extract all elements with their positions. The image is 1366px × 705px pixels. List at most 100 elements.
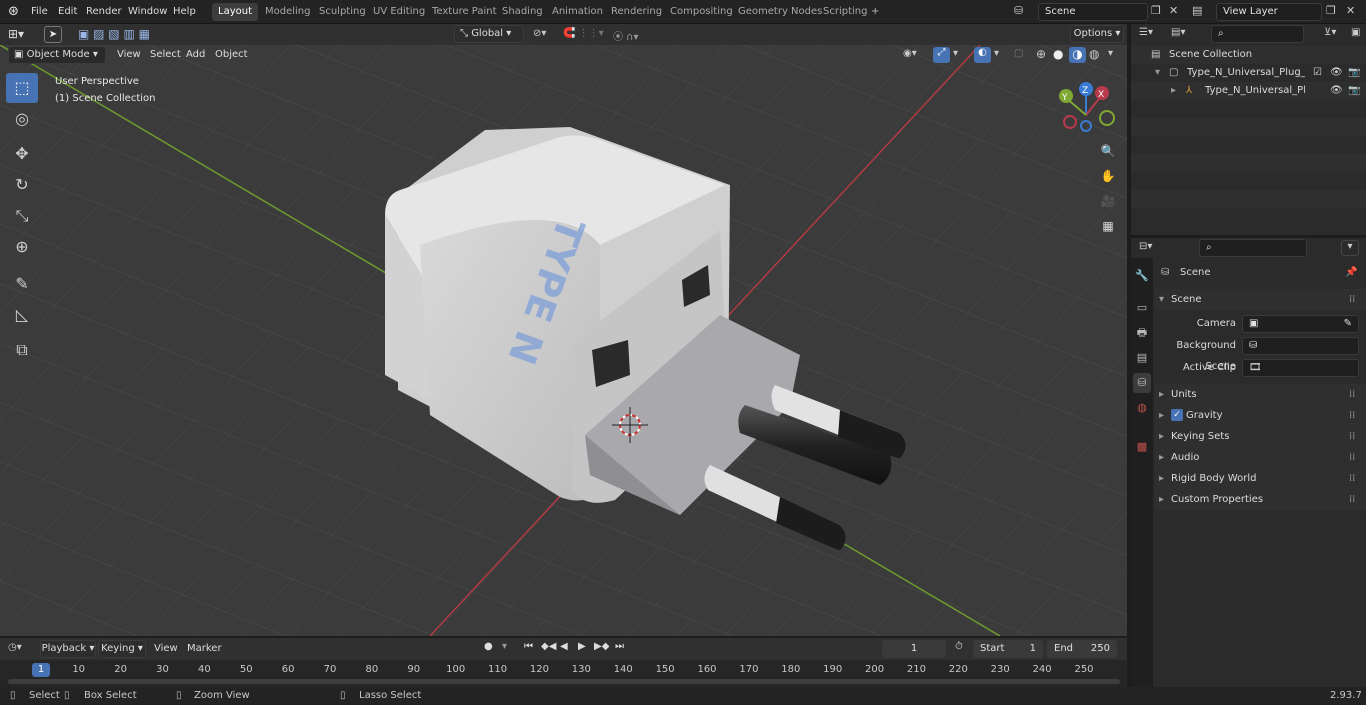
add-workspace-button[interactable]: + [865, 3, 885, 21]
render-tab-icon[interactable]: ▭ [1133, 298, 1151, 318]
outliner-display-mode-icon[interactable]: ▤▾ [1171, 27, 1185, 38]
scene-name-field[interactable]: Scene [1038, 3, 1148, 21]
scene-tab-icon[interactable]: ⛁ [1133, 373, 1151, 393]
select-tool-icon[interactable]: ➤ [44, 26, 62, 43]
current-frame-field[interactable]: 1 [882, 640, 946, 658]
units-panel-header[interactable]: ▸ Units ⁞⁞ [1155, 384, 1366, 405]
outliner-row-object[interactable]: ▸ ⅄ Type_N_Universal_Plug_A 👁 📷 [1131, 82, 1366, 100]
new-collection-icon[interactable]: ▣ [1351, 27, 1360, 38]
viewport-menu-object[interactable]: Object [210, 46, 253, 63]
tab-geometry-nodes[interactable]: Geometry Nodes [732, 3, 828, 21]
gravity-checkbox-icon[interactable]: ✓ [1171, 409, 1183, 421]
texture-tab-icon[interactable]: ▩ [1133, 437, 1151, 457]
timeline-menu-view[interactable]: View [149, 640, 183, 657]
menu-edit[interactable]: Edit [54, 4, 81, 20]
timeline-editor-icon[interactable]: ◷▾ [8, 642, 22, 653]
tab-animation[interactable]: Animation [546, 3, 609, 21]
move-tool[interactable]: ✥ [6, 139, 38, 169]
viewport-menu-add[interactable]: Add [181, 46, 210, 63]
expand-arrow-icon[interactable]: ▾ [1155, 64, 1160, 82]
pan-hand-icon[interactable]: ✋ [1098, 166, 1118, 186]
selection-mode-icons[interactable]: ▣ ▨ ▧ ▥ ▦ [78, 27, 150, 41]
transform-orientation-select[interactable]: ⤡ Global ▾ [454, 25, 524, 43]
tab-shading[interactable]: Shading [496, 3, 549, 21]
options-button[interactable]: Options ▾ [1070, 25, 1124, 43]
active-clip-field[interactable]: 🎞 [1242, 359, 1359, 377]
eyedropper-icon[interactable]: ✎ [1344, 316, 1352, 332]
scale-tool[interactable]: ⤡ [6, 201, 38, 231]
gizmo-toggle-icon[interactable]: ⤢ [933, 47, 950, 63]
output-tab-icon[interactable]: 🖶 [1133, 323, 1151, 343]
xray-icon[interactable]: ▢ [1014, 48, 1023, 59]
outliner-row-scene-collection[interactable]: ▤ Scene Collection [1131, 46, 1366, 64]
overlay-dropdown-icon[interactable]: ▾ [994, 48, 999, 59]
outliner-editor-icon[interactable]: ☰▾ [1139, 27, 1153, 38]
auto-key-dropdown-icon[interactable]: ▾ [502, 641, 507, 652]
play-icon[interactable]: ▶ [578, 641, 586, 652]
gravity-drag-icon[interactable]: ⁞⁞ [1349, 405, 1355, 426]
camera-field[interactable]: ▣ ✎ [1242, 315, 1359, 333]
scene-icon[interactable]: ⛁ [1014, 4, 1023, 17]
end-frame-field[interactable]: End 250 [1047, 640, 1117, 658]
select-box-tool[interactable]: ⬚ [6, 73, 38, 103]
gravity-panel-header[interactable]: ▸ ✓ Gravity ⁞⁞ [1155, 405, 1366, 426]
pin-icon[interactable]: 📌 [1345, 262, 1357, 283]
object-render-camera-icon[interactable]: 📷 [1348, 82, 1360, 100]
object-mode-select[interactable]: ▣ Object Mode ▾ [8, 46, 106, 64]
menu-help[interactable]: Help [169, 4, 200, 20]
rendered-shading-icon[interactable]: ◍ [1089, 47, 1099, 61]
play-reverse-icon[interactable]: ◀ [560, 641, 568, 652]
properties-search-input[interactable]: ⌕ [1199, 239, 1307, 257]
add-cube-tool[interactable]: ⧉ [6, 335, 38, 365]
next-keyframe-icon[interactable]: ▶◆ [594, 641, 609, 652]
view-layer-tab-icon[interactable]: ▤ [1133, 348, 1151, 368]
properties-options-icon[interactable]: ▾ [1341, 240, 1359, 256]
menu-window[interactable]: Window [124, 4, 171, 20]
current-frame-marker[interactable]: 1 [32, 663, 50, 677]
record-keyframe-icon[interactable]: ● [484, 641, 493, 652]
material-shading-icon[interactable]: ◑ [1069, 47, 1086, 63]
gizmo-dropdown-icon[interactable]: ▾ [953, 48, 958, 59]
proportional-edit-icon[interactable]: ⦿ ∩▾ [613, 28, 639, 43]
measure-tool[interactable]: ◺ [6, 300, 38, 330]
expand-arrow-right-icon[interactable]: ▸ [1171, 82, 1176, 100]
keying-menu[interactable]: Keying ▾ [98, 640, 146, 658]
tab-texture-paint[interactable]: Texture Paint [426, 3, 503, 21]
timeline-menu-marker[interactable]: Marker [182, 640, 227, 657]
tab-compositing[interactable]: Compositing [664, 3, 739, 21]
custom-properties-drag-icon[interactable]: ⁞⁞ [1349, 489, 1355, 510]
view-layer-field[interactable]: View Layer [1216, 3, 1322, 21]
3d-viewport[interactable]: TYPE N Z X Y User Perspective (1) Scene … [0, 45, 1127, 636]
jump-start-icon[interactable]: ⏮ [524, 641, 533, 652]
overlay-toggle-icon[interactable]: ◐ [974, 47, 991, 63]
remove-view-layer-icon[interactable]: ✕ [1346, 4, 1355, 17]
tab-rendering[interactable]: Rendering [605, 3, 668, 21]
keying-sets-drag-icon[interactable]: ⁞⁞ [1349, 426, 1355, 447]
blender-logo-icon[interactable]: ⊛ [8, 4, 19, 19]
rigid-body-drag-icon[interactable]: ⁞⁞ [1349, 468, 1355, 489]
visibility-eye-icon[interactable]: 👁 [1330, 64, 1343, 82]
units-drag-icon[interactable]: ⁞⁞ [1349, 384, 1355, 405]
camera-view-icon[interactable]: 🎥 [1098, 191, 1118, 211]
tab-layout[interactable]: Layout [212, 3, 258, 21]
transform-tool[interactable]: ⊕ [6, 232, 38, 262]
solid-shading-icon[interactable]: ● [1053, 47, 1063, 61]
zoom-icon[interactable]: 🔍 [1098, 141, 1118, 161]
perspective-toggle-icon[interactable]: ▦ [1098, 216, 1118, 236]
exclude-checkbox-icon[interactable]: ☑ [1313, 64, 1322, 82]
rotate-tool[interactable]: ↻ [6, 170, 38, 200]
filter-icon[interactable]: ⊻▾ [1324, 27, 1336, 38]
pivot-icon[interactable]: ⊘▾ [533, 28, 546, 39]
wireframe-shading-icon[interactable]: ⊕ [1036, 47, 1046, 61]
shading-dropdown-icon[interactable]: ▾ [1108, 48, 1113, 59]
menu-render[interactable]: Render [82, 4, 126, 20]
tab-uv-editing[interactable]: UV Editing [367, 3, 431, 21]
prev-keyframe-icon[interactable]: ◆◀ [541, 641, 556, 652]
outliner-search-input[interactable]: ⌕ [1211, 25, 1304, 43]
render-camera-icon[interactable]: 📷 [1348, 64, 1360, 82]
custom-properties-panel-header[interactable]: ▸ Custom Properties ⁞⁞ [1155, 489, 1366, 510]
world-tab-icon[interactable]: ◍ [1133, 398, 1151, 418]
jump-end-icon[interactable]: ⏭ [615, 641, 624, 652]
audio-drag-icon[interactable]: ⁞⁞ [1349, 447, 1355, 468]
editor-type-icon[interactable]: ⊞▾ [8, 27, 24, 41]
